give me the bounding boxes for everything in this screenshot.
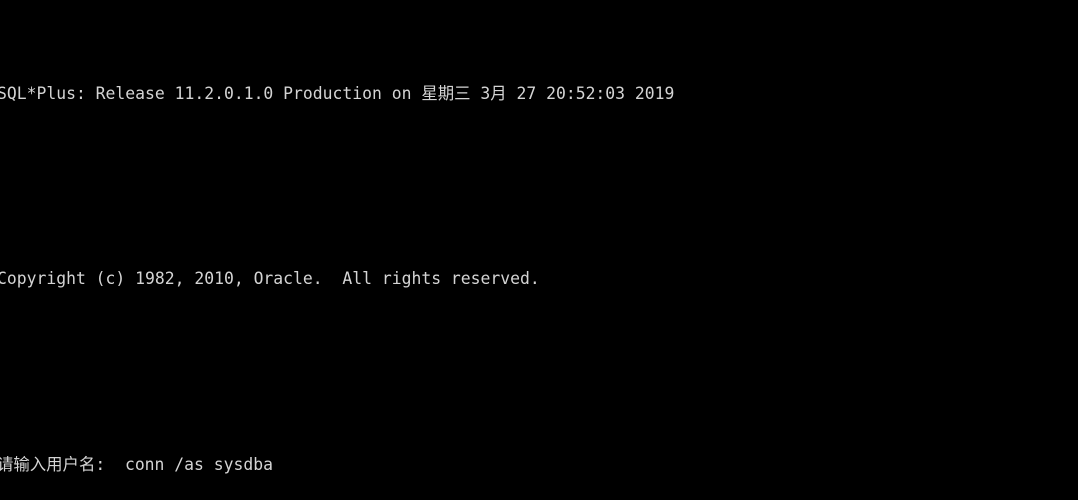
terminal-line-banner-version: SQL*Plus: Release 11.2.0.1.0 Production …	[0, 83, 675, 103]
terminal-line-prompt-username: 请输入用户名: conn /as sysdba	[0, 454, 273, 474]
terminal-screen-buffer[interactable]: SQL*Plus: Release 11.2.0.1.0 Production …	[0, 12, 1078, 500]
terminal-line-banner-copyright: Copyright (c) 1982, 2010, Oracle. All ri…	[0, 269, 540, 289]
terminal-window[interactable]: SQL*Plus: Release 11.2.0.1.0 Production …	[0, 0, 1078, 500]
